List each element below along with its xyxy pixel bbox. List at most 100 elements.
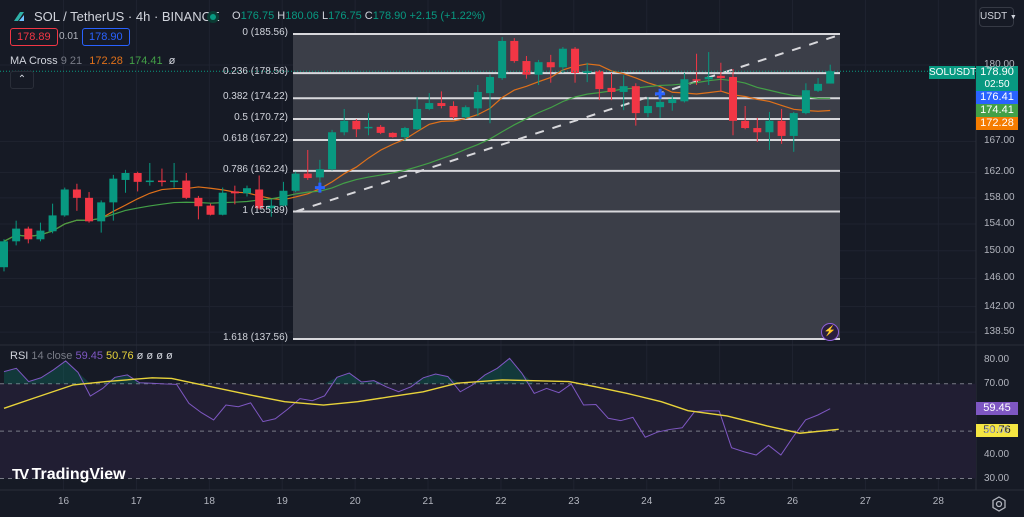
time-axis-label: 23: [568, 496, 580, 507]
alert-lightning-icon[interactable]: ⚡: [821, 323, 839, 341]
price-axis-label: 180.00: [984, 59, 1015, 70]
candle-body: [388, 132, 397, 138]
candle-up: [461, 105, 470, 120]
collapse-legend-button[interactable]: ⌃: [10, 71, 34, 89]
candle-body: [546, 62, 555, 68]
time-axis-label: 17: [130, 496, 142, 507]
time-axis-label: 18: [203, 496, 215, 507]
tradingview-logo[interactable]: TV TradingView: [12, 466, 126, 484]
candle-body: [0, 241, 8, 268]
time-axis-label: 28: [932, 496, 944, 507]
candle-body: [291, 173, 300, 191]
candle-body: [60, 189, 69, 216]
candle-body: [145, 180, 154, 183]
candle-body: [741, 120, 750, 129]
chart-canvas[interactable]: [0, 0, 1024, 516]
candle-body: [36, 230, 45, 240]
rsi-axis-label: 50.00: [984, 425, 1010, 437]
candle-body: [668, 98, 677, 104]
rsi-axis-label: 40.00: [984, 448, 1010, 460]
candle-body: [315, 169, 324, 178]
price-axis-label: 138.50: [984, 326, 1015, 338]
settings-gear-icon[interactable]: [991, 496, 1007, 512]
fib-level-label: 0 (185.56): [242, 27, 288, 38]
candle-body: [631, 86, 640, 114]
fib-level-label: 0.618 (167.22): [222, 133, 288, 145]
time-axis-label: 20: [349, 496, 361, 507]
candle-body: [814, 83, 823, 91]
candle-body: [109, 178, 118, 203]
time-axis-label: 26: [786, 496, 799, 507]
candle-body: [230, 191, 239, 194]
candle-body: [364, 126, 373, 129]
currency-dropdown[interactable]: USDT ▼: [979, 7, 1017, 27]
candle-body: [182, 180, 191, 198]
market-status-icon: [207, 11, 219, 23]
candle-up: [291, 171, 300, 193]
candle-body: [789, 113, 798, 136]
candle-body: [583, 71, 592, 73]
candle-body: [48, 215, 57, 232]
candle-body: [498, 40, 507, 79]
time-axis-label: 25: [714, 496, 726, 507]
candle-down: [510, 38, 519, 63]
candle-body: [340, 120, 349, 133]
buy-button[interactable]: 178.90: [82, 28, 130, 46]
chevron-up-icon: ⌃: [17, 74, 27, 85]
candle-body: [425, 103, 434, 109]
candle-body: [534, 62, 543, 75]
candle-body: [352, 120, 361, 130]
candle-body: [753, 128, 762, 133]
sell-button[interactable]: 178.89: [10, 28, 58, 46]
fib-level-label: 0.382 (174.22): [222, 91, 288, 103]
time-axis-label: 27: [859, 496, 871, 507]
candle-body: [437, 103, 446, 107]
time-axis-label: 19: [276, 496, 288, 507]
candle-body: [303, 173, 312, 179]
candle-body: [376, 126, 385, 133]
symbol-title[interactable]: SOL / TetherUS · 4h · BINANCE: [34, 9, 220, 24]
candle-body: [643, 106, 652, 114]
candle-body: [558, 48, 567, 68]
candle-body: [473, 91, 482, 109]
rsi-axis-label: 70.00: [984, 377, 1010, 389]
candle-up: [60, 187, 69, 217]
rsi-value-label: 59.45: [976, 402, 1018, 415]
candle-body: [571, 48, 580, 73]
blue-price-label: 176.41: [976, 91, 1018, 104]
ma9-price-label: 172.28: [976, 117, 1018, 130]
time-axis-label: 21: [422, 496, 434, 507]
price-axis-label: 158.00: [984, 191, 1015, 203]
candle-body: [461, 107, 470, 118]
candle-body: [522, 61, 531, 75]
candle-body: [801, 90, 810, 114]
symbol-logo-icon: [12, 9, 26, 23]
spread-value: 0.01: [59, 31, 79, 42]
ohlc-values: O176.75 H180.06 L176.75 C178.90 +2.15 (+…: [232, 10, 486, 22]
candle-body: [97, 202, 106, 222]
candle-body: [24, 228, 33, 240]
candle-body: [777, 120, 786, 136]
price-axis-label: 146.00: [984, 272, 1015, 284]
time-axis-label: 16: [57, 496, 70, 507]
rsi-legend[interactable]: RSI 14 close 59.45 50.76 ø ø ø ø: [10, 350, 173, 362]
rsi-axis-label: 30.00: [984, 472, 1010, 484]
candle-body: [12, 228, 21, 242]
candle-body: [279, 190, 288, 206]
time-axis-label: 24: [641, 496, 653, 507]
candle-body: [413, 108, 422, 130]
candle-body: [510, 40, 519, 62]
fib-level-label: 0.236 (178.56): [222, 66, 288, 78]
fib-retracement-zone: [293, 34, 840, 340]
candle-up: [328, 129, 337, 171]
price-axis-label: 142.00: [984, 300, 1015, 312]
candle-body: [243, 188, 251, 194]
candle-body: [692, 79, 701, 81]
candle-body: [619, 86, 628, 92]
candle-body: [680, 79, 689, 102]
rsi-axis-label: 80.00: [984, 354, 1010, 365]
candle-body: [328, 132, 337, 170]
candle-body: [400, 128, 409, 138]
candle-body: [170, 180, 179, 183]
candle-body: [486, 76, 494, 94]
